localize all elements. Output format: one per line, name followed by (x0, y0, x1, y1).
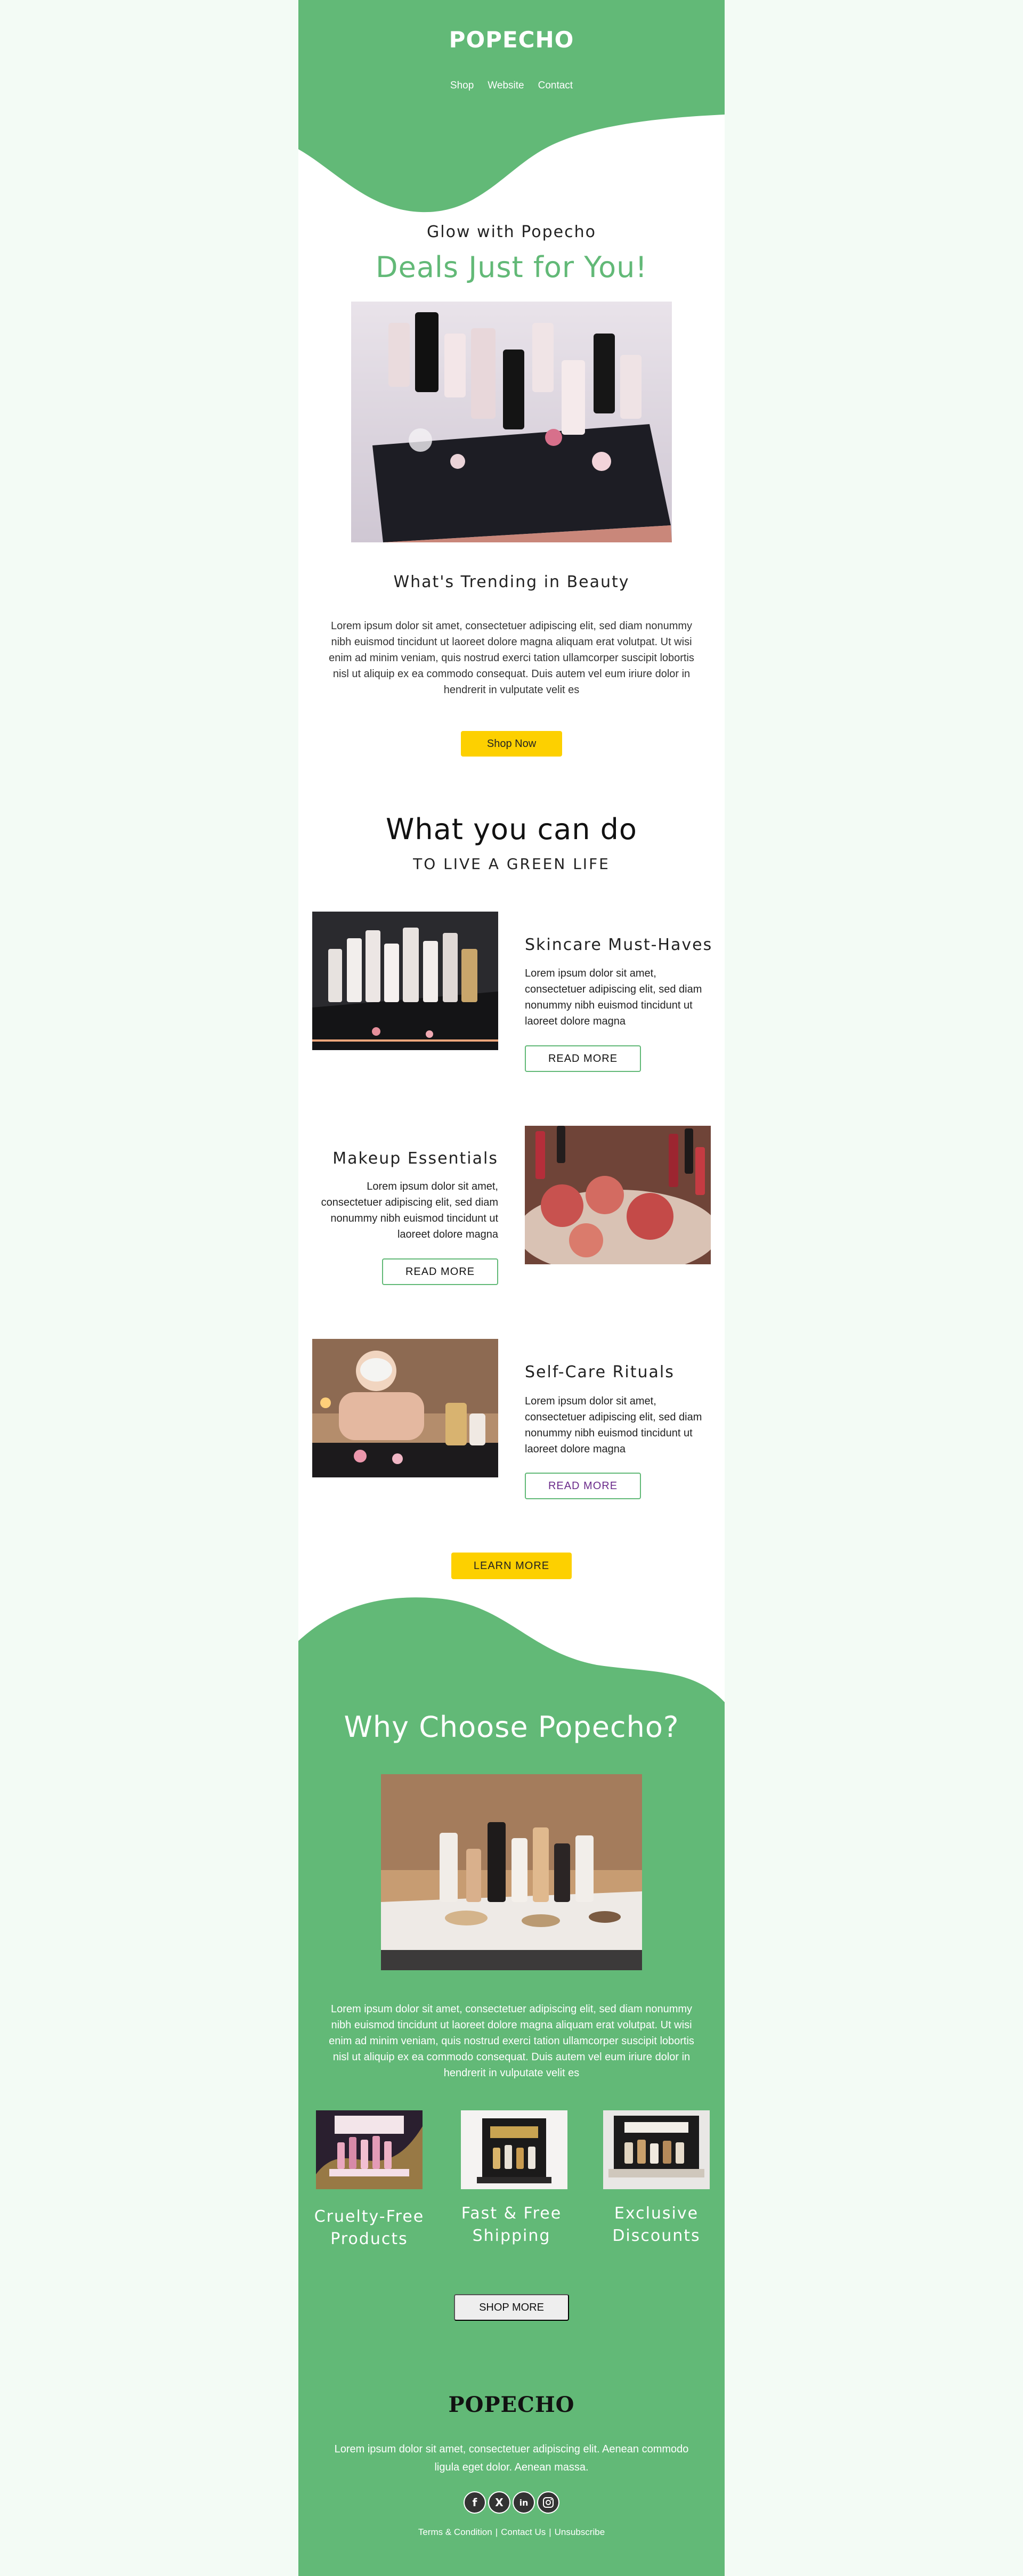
link-separator: | (549, 2527, 551, 2537)
contact-us-link[interactable]: Contact Us (501, 2527, 546, 2538)
feature-text-self-care: Lorem ipsum dolor sit amet, consectetuer… (525, 1395, 702, 1455)
beauty-products-image (351, 302, 672, 542)
feature-title-makeup: Makeup Essentials (332, 1149, 498, 1168)
hero-eyebrow: Glow with Popecho (427, 223, 596, 241)
why-title: Why Choose Popecho? (344, 1710, 679, 1744)
top-nav: Shop Website Contact (298, 80, 725, 92)
terms-link[interactable]: Terms & Condition (418, 2527, 492, 2538)
fast-shipping-label: Fast & Free Shipping (461, 2204, 562, 2245)
feature-text-skincare: Lorem ipsum dolor sit amet, consectetuer… (525, 968, 702, 1027)
email-container: POPECHO Shop Website Contact Glow with P… (298, 0, 725, 2576)
what-you-can-do-title: What you can do (386, 812, 637, 846)
why-text: Lorem ipsum dolor sit amet, consectetuer… (329, 2003, 694, 2079)
nav-shop[interactable]: Shop (450, 80, 474, 92)
trending-title: What's Trending in Beauty (393, 573, 630, 591)
makeup-image (525, 1126, 711, 1264)
feature-title-skincare: Skincare Must-Haves (525, 936, 713, 954)
trending-text: Lorem ipsum dolor sit amet, consectetuer… (329, 620, 694, 696)
facebook-icon[interactable]: f (464, 2491, 486, 2514)
footer-text: Lorem ipsum dolor sit amet, consectetuer… (334, 2443, 689, 2473)
shop-now-button[interactable]: Shop Now (461, 731, 562, 757)
nav-contact[interactable]: Contact (538, 80, 573, 92)
self-care-image (312, 1339, 498, 1477)
hero-title: Deals Just for You! (376, 250, 647, 284)
fast-shipping-image (461, 2110, 567, 2189)
footer-brand[interactable]: POPECHO (298, 2392, 725, 2417)
skincare-image (312, 912, 498, 1050)
header: POPECHO Shop Website Contact (298, 0, 725, 213)
read-more-skincare-button[interactable]: READ MORE (525, 1045, 641, 1072)
shop-more-button[interactable]: SHOP MORE (454, 2294, 569, 2321)
products-table-image (381, 1774, 642, 1970)
feature-text-makeup: Lorem ipsum dolor sit amet, consectetuer… (321, 1181, 498, 1240)
linkedin-icon[interactable]: in (513, 2491, 535, 2514)
learn-more-button[interactable]: LEARN MORE (451, 1553, 572, 1579)
unsubscribe-link[interactable]: Unsubscribe (555, 2527, 605, 2538)
x-icon[interactable]: X (488, 2491, 510, 2514)
brand-logo[interactable]: POPECHO (298, 27, 725, 53)
instagram-icon[interactable] (537, 2491, 559, 2514)
cruelty-free-image (316, 2110, 423, 2189)
read-more-self-care-button[interactable]: READ MORE (525, 1473, 641, 1499)
social-links: f X in (298, 2491, 725, 2514)
cruelty-free-label: Cruelty-Free Products (314, 2207, 425, 2248)
exclusive-discounts-image (603, 2110, 710, 2189)
what-you-can-do-subtitle: TO LIVE A GREEN LIFE (413, 855, 610, 873)
link-separator: | (495, 2527, 498, 2537)
nav-website[interactable]: Website (488, 80, 524, 92)
footer-links: Terms & Condition | Contact Us | Unsubsc… (298, 2527, 725, 2538)
read-more-makeup-button[interactable]: READ MORE (382, 1258, 498, 1285)
feature-title-self-care: Self-Care Rituals (525, 1363, 675, 1382)
exclusive-discounts-label: Exclusive Discounts (612, 2204, 701, 2245)
